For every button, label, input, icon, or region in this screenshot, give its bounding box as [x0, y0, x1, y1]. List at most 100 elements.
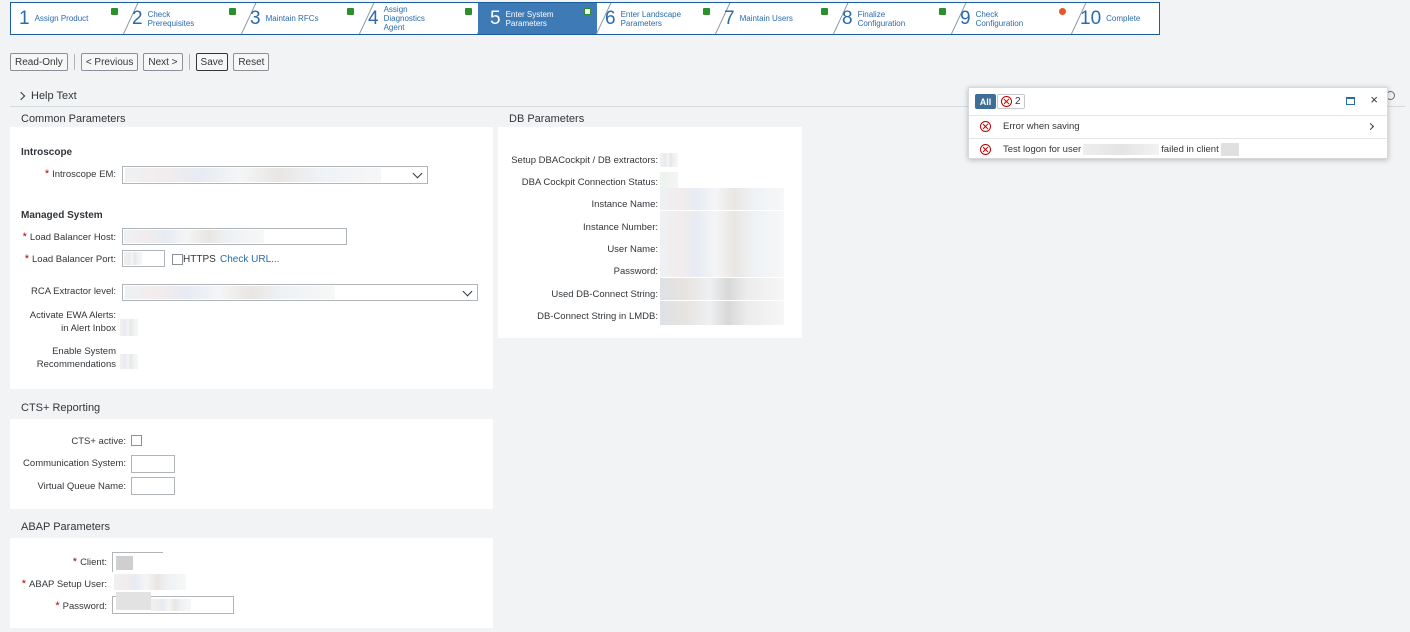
- cts-reporting-title: CTS+ Reporting: [21, 402, 101, 414]
- common-parameters-panel: Introscope * Introscope EM: Managed Syste…: [10, 127, 493, 389]
- step-label: Assign Product: [34, 14, 89, 23]
- step-label: Maintain RFCs: [265, 14, 319, 23]
- previous-button[interactable]: < Previous: [80, 53, 139, 71]
- managed-system-heading: Managed System: [21, 210, 103, 221]
- step-number: 6: [605, 7, 616, 29]
- roadmap-step-8[interactable]: 8 Finalize Configuration: [834, 3, 967, 34]
- error-icon: [1001, 96, 1012, 107]
- db-conn-status-label: DBA Cockpit Connection Status:: [521, 177, 658, 188]
- wizard-roadmap: 1 Assign Product 2 Check Prerequisites 3…: [10, 2, 1160, 35]
- reset-button[interactable]: Reset: [233, 53, 270, 71]
- roadmap-step-10[interactable]: 10 Complete: [1072, 3, 1159, 34]
- lb-host-label: * Load Balancer Host:: [22, 231, 116, 243]
- step-label: Enter System Parameters: [505, 9, 554, 28]
- cts-reporting-panel: CTS+ active: Communication System: Virtu…: [10, 419, 493, 509]
- instance-name-value: [660, 188, 784, 210]
- step-number: 4: [368, 7, 379, 29]
- abap-setup-user-label: * ABAP Setup User:: [21, 578, 107, 590]
- https-checkbox[interactable]: [172, 254, 183, 265]
- instance-name-label: Instance Name:: [591, 199, 658, 210]
- close-icon[interactable]: ×: [1370, 92, 1378, 107]
- roadmap-step-4[interactable]: 4 Assign Diagnostics Agent: [360, 3, 493, 34]
- client-input[interactable]: [112, 552, 163, 572]
- roadmap-step-6[interactable]: 6 Enter Landscape Parameters: [597, 3, 731, 34]
- next-button[interactable]: Next >: [143, 53, 183, 71]
- step-number: 9: [960, 7, 971, 29]
- check-url-link[interactable]: Check URL...: [220, 254, 279, 265]
- instance-number-value: [660, 211, 784, 233]
- db-password-value: [660, 255, 784, 277]
- step-done-icon: [821, 8, 828, 15]
- all-messages-filter[interactable]: All: [975, 94, 996, 109]
- introscope-em-select[interactable]: [122, 166, 428, 184]
- divider: [73, 54, 75, 70]
- error-icon: [980, 121, 991, 132]
- db-setup-value: [660, 153, 678, 167]
- abap-password-input[interactable]: [112, 592, 234, 614]
- abap-password-label: * Password:: [55, 600, 107, 612]
- system-recommendations-value: [120, 354, 138, 369]
- chevron-right-icon: [16, 91, 26, 101]
- message-popover: All 2 × Error when saving Test logon for…: [968, 87, 1388, 159]
- message-item[interactable]: Test logon for user failed in client: [969, 138, 1387, 160]
- read-only-button[interactable]: Read-Only: [10, 53, 68, 71]
- lb-port-input[interactable]: [122, 250, 165, 267]
- error-messages-filter[interactable]: 2: [997, 94, 1025, 109]
- step-number: 2: [132, 7, 143, 29]
- step-label: Check Configuration: [975, 9, 1024, 28]
- ewa-label: Activate EWA Alerts: in Alert Inbox: [29, 310, 116, 334]
- message-item[interactable]: Error when saving: [969, 115, 1387, 137]
- virtual-queue-label: Virtual Queue Name:: [37, 481, 126, 492]
- step-done-icon: [584, 8, 591, 15]
- roadmap-step-9[interactable]: 9 Check Configuration: [952, 3, 1087, 34]
- db-password-label: Password:: [613, 266, 658, 277]
- step-done-icon: [229, 8, 236, 15]
- step-number: 8: [842, 7, 853, 29]
- step-number: 5: [490, 7, 501, 29]
- cts-active-checkbox[interactable]: [131, 435, 142, 446]
- user-name-label: User Name:: [607, 244, 658, 255]
- rca-label: RCA Extractor level:: [31, 286, 116, 297]
- step-done-icon: [111, 8, 118, 15]
- toolbar: Read-Only < Previous Next > Save Reset: [10, 53, 270, 71]
- step-label: Enter Landscape Parameters: [620, 9, 682, 28]
- help-text-toggle[interactable]: Help Text: [16, 90, 77, 102]
- communication-system-input[interactable]: [131, 455, 175, 473]
- lb-host-input[interactable]: [122, 228, 347, 245]
- abap-parameters-panel: * Client: * ABAP Setup User: * Password:: [10, 538, 493, 628]
- lb-port-label: * Load Balancer Port:: [24, 253, 116, 265]
- chevron-down-icon: [462, 286, 473, 297]
- redacted-client: [1220, 143, 1239, 156]
- roadmap-step-5[interactable]: 5 Enter System Parameters: [478, 3, 612, 34]
- rca-select[interactable]: [122, 284, 478, 301]
- roadmap-step-3[interactable]: 3 Maintain RFCs: [242, 3, 375, 34]
- step-done-icon: [939, 8, 946, 15]
- abap-setup-user-value: [114, 574, 186, 590]
- step-done-icon: [465, 8, 472, 15]
- introscope-heading: Introscope: [21, 147, 73, 158]
- common-parameters-title: Common Parameters: [21, 113, 126, 125]
- db-parameters-title: DB Parameters: [509, 113, 585, 125]
- system-recommendations-label: Enable System Recommendations: [36, 346, 116, 370]
- step-number: 7: [724, 7, 735, 29]
- ewa-value: [120, 319, 138, 336]
- lmdb-conn-value: [660, 301, 784, 325]
- step-number: 3: [250, 7, 261, 29]
- lmdb-conn-label: DB-Connect String in LMDB:: [537, 311, 658, 322]
- client-label: * Client:: [72, 556, 107, 568]
- introscope-em-label: * Introscope EM:: [44, 168, 116, 180]
- roadmap-step-1[interactable]: 1 Assign Product: [11, 3, 139, 34]
- step-label: Assign Diagnostics Agent: [383, 5, 425, 32]
- chevron-down-icon: [412, 168, 423, 179]
- virtual-queue-input[interactable]: [131, 477, 175, 495]
- roadmap-step-7[interactable]: 7 Maintain Users: [716, 3, 849, 34]
- abap-parameters-title: ABAP Parameters: [21, 521, 111, 533]
- divider: [188, 54, 190, 70]
- save-button[interactable]: Save: [195, 53, 229, 71]
- step-label: Finalize Configuration: [857, 9, 906, 28]
- expand-icon[interactable]: [1346, 97, 1355, 105]
- step-label: Check Prerequisites: [147, 9, 195, 28]
- user-name-value: [660, 233, 784, 255]
- roadmap-step-2[interactable]: 2 Check Prerequisites: [124, 3, 257, 34]
- instance-number-label: Instance Number:: [583, 222, 658, 233]
